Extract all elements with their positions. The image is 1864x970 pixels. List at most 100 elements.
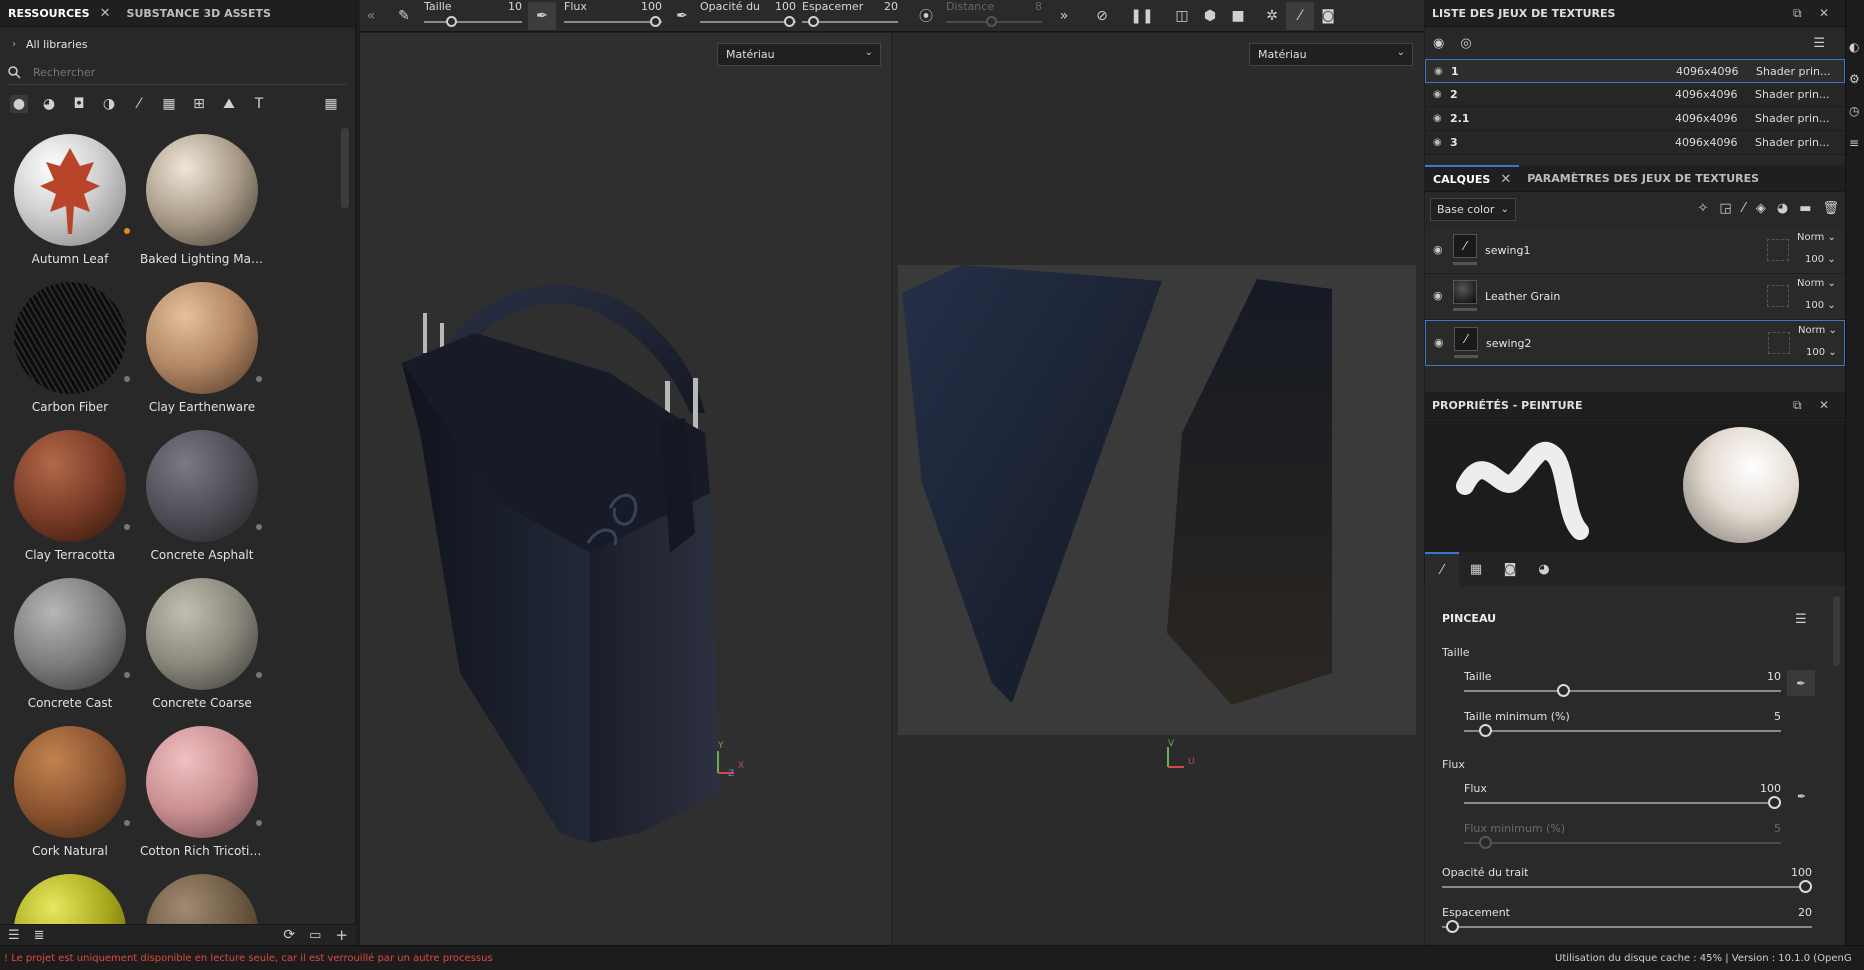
blend-mode-dropdown[interactable]: Norm ⌄ [1797, 232, 1836, 243]
add-effect-icon[interactable]: ✧ [1697, 201, 1708, 216]
texture-set-row[interactable]: ◉ 1 4096x4096 Shader prin... [1425, 59, 1845, 83]
material-tab-icon[interactable]: ◕ [1527, 552, 1561, 586]
dock-log-icon[interactable]: ≡ [1849, 136, 1859, 150]
tab-resources[interactable]: RESSOURCES ✕ [0, 0, 119, 27]
all-libraries-row[interactable]: › All libraries [0, 27, 355, 61]
close-icon[interactable]: ✕ [1500, 172, 1511, 187]
add-smart-material-icon[interactable]: ◕ [1777, 201, 1788, 216]
texture-set-row[interactable]: ◉ 2.1 4096x4096 Shader prin... [1425, 107, 1845, 131]
texture-set-row[interactable]: ◉ 3 4096x4096 Shader prin... [1425, 131, 1845, 155]
material-item[interactable]: Cork Natural [4, 716, 136, 864]
maximize-icon[interactable]: ⧉ [1793, 398, 1802, 413]
maximize-icon[interactable]: ⧉ [1793, 6, 1802, 21]
bake-icon[interactable]: ✲ [1258, 2, 1286, 30]
delete-icon[interactable]: 🗑 [1822, 201, 1839, 216]
eye-icon[interactable]: ◎ [1460, 36, 1471, 51]
slider-knob[interactable] [1557, 684, 1570, 697]
blend-mode-dropdown[interactable]: Norm ⌄ [1797, 278, 1836, 289]
blend-mode-dropdown[interactable]: Norm ⌄ [1798, 325, 1837, 336]
material-item[interactable]: Baked Lighting Mate... [136, 124, 268, 272]
import-icon[interactable]: ▭ [309, 928, 321, 943]
search-input[interactable] [31, 65, 331, 80]
add-folder-icon[interactable]: ▬ [1799, 201, 1811, 216]
pen-pressure-icon[interactable]: ✒ [528, 1, 556, 30]
material-item[interactable] [136, 864, 268, 924]
camera-icon[interactable]: ■ [1224, 2, 1252, 30]
dock-history-icon[interactable]: ◷ [1849, 104, 1859, 118]
tab-layers[interactable]: CALQUES ✕ [1425, 164, 1520, 192]
min-size-slider[interactable]: Taille minimum (%) 5 [1464, 710, 1781, 740]
slider-knob[interactable] [1446, 920, 1459, 933]
toolbar-flow-slider[interactable]: Flux 100 [564, 0, 662, 32]
alpha-tab-icon[interactable]: ▦ [1459, 552, 1493, 586]
layer-opacity[interactable]: 100 ⌄ [1805, 254, 1836, 265]
list-options-icon[interactable]: ☰ [1813, 36, 1825, 51]
tool-preset-icon[interactable]: ✎ [390, 2, 418, 30]
flow-slider[interactable]: Flux 100 [1464, 782, 1781, 812]
flow-pressure-icon[interactable]: ✒ [1797, 790, 1806, 803]
list-view-icon[interactable]: ≣ [34, 928, 45, 943]
tab-substance-assets[interactable]: SUBSTANCE 3D ASSETS [119, 0, 279, 27]
mask-slot[interactable] [1768, 332, 1790, 354]
material-item[interactable]: Autumn Leaf [4, 124, 136, 272]
toolbar-opacity-slider[interactable]: Opacité du 100 [700, 0, 796, 32]
material-item[interactable]: Cotton Rich Tricotin... [136, 716, 268, 864]
filter-text-icon[interactable]: T [250, 95, 268, 113]
eye-icon[interactable]: ◉ [1433, 89, 1442, 100]
slider-knob[interactable] [650, 15, 661, 27]
slider-knob[interactable] [446, 15, 457, 27]
eye-icon[interactable]: ◉ [1433, 243, 1443, 256]
hide-paint-icon[interactable]: ⊘ [1088, 2, 1116, 30]
layer-item-selected[interactable]: ◉ ⁄ sewing2 Norm ⌄ 100 ⌄ [1425, 320, 1845, 366]
slider-knob[interactable] [1799, 880, 1812, 893]
screenshot-icon[interactable]: ◙ [1314, 2, 1342, 30]
material-item[interactable]: Clay Terracotta [4, 420, 136, 568]
mask-slot[interactable] [1767, 239, 1789, 261]
stencil-tab-icon[interactable]: ◙ [1493, 552, 1527, 586]
eye-icon[interactable]: ◉ [1433, 289, 1443, 302]
material-item[interactable]: Carbon Fiber [4, 272, 136, 420]
add-icon[interactable]: + [335, 926, 348, 944]
pen-pressure-flow-icon[interactable]: ✒ [668, 2, 696, 30]
eye-icon[interactable]: ◉ [1434, 336, 1444, 349]
toolbar-spacing-slider[interactable]: Espacemer 20 [802, 0, 898, 32]
filter-materials-icon[interactable]: ● [10, 95, 28, 113]
size-pressure-icon[interactable]: ✒ [1787, 670, 1815, 696]
filter-environment-icon[interactable]: ⛰ [220, 95, 238, 113]
view-mode-icon[interactable]: ⬢ [1196, 2, 1224, 30]
tab-texture-set-settings[interactable]: PARAMÈTRES DES JEUX DE TEXTURES [1519, 165, 1767, 192]
scrollbar-thumb[interactable] [341, 128, 349, 208]
material-item[interactable] [4, 864, 136, 924]
stroke-opacity-slider[interactable]: Opacité du trait 100 [1442, 866, 1812, 896]
add-fill-layer-icon[interactable]: ◈ [1756, 201, 1766, 216]
layer-item[interactable]: ◉ Leather Grain Norm ⌄ 100 ⌄ [1425, 274, 1845, 320]
dock-display-icon[interactable]: ◐ [1849, 40, 1859, 54]
layer-opacity[interactable]: 100 ⌄ [1806, 347, 1837, 358]
paint-brush-icon[interactable]: ⁄ [1286, 1, 1314, 30]
material-item[interactable]: Concrete Coarse [136, 568, 268, 716]
eye-icon[interactable]: ◉ [1433, 137, 1442, 148]
material-item[interactable]: Concrete Cast [4, 568, 136, 716]
material-item[interactable]: Clay Earthenware [136, 272, 268, 420]
viewport-2d[interactable]: Matériau ⌄ V U [892, 33, 1424, 945]
filter-smart-masks-icon[interactable]: ◑ [100, 95, 118, 113]
section-options-icon[interactable]: ☰ [1795, 612, 1807, 627]
add-mask-icon[interactable]: ◲ [1719, 201, 1731, 216]
slider-knob[interactable] [1479, 724, 1492, 737]
mask-slot[interactable] [1767, 285, 1789, 307]
add-paint-layer-icon[interactable]: ⁄ [1743, 201, 1745, 216]
dock-settings-icon[interactable]: ⚙ [1849, 72, 1860, 86]
filter-smart-materials-icon[interactable]: ◕ [40, 95, 58, 113]
size-slider[interactable]: Taille 10 [1464, 670, 1781, 700]
filter-options-icon[interactable]: ☰ [8, 928, 20, 943]
filter-masks-icon[interactable]: ◘ [70, 95, 88, 113]
scrollbar-thumb[interactable] [1833, 596, 1840, 666]
lazy-mouse-icon[interactable]: ⦿ [912, 2, 940, 30]
close-icon[interactable]: ✕ [1819, 398, 1829, 412]
search-bar[interactable] [8, 61, 347, 85]
visibility-icon[interactable]: ◉ [1433, 36, 1444, 51]
slider-knob[interactable] [808, 15, 819, 27]
layer-opacity[interactable]: 100 ⌄ [1805, 300, 1836, 311]
viewport-3d[interactable]: Matériau⌄ Y X Z [360, 33, 891, 945]
filter-brushes-icon[interactable]: ⁄ [130, 95, 148, 113]
